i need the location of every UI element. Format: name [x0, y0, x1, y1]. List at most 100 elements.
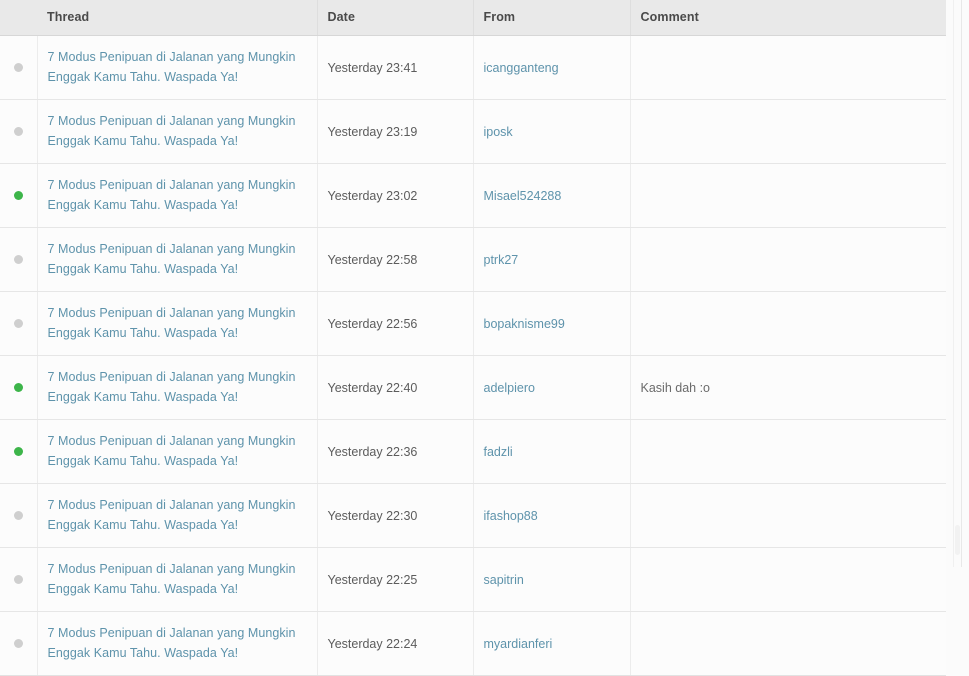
table-row[interactable]: 7 Modus Penipuan di Jalanan yang Mungkin… — [0, 227, 946, 292]
author-link[interactable]: fadzli — [484, 445, 513, 459]
read-status-icon[interactable] — [13, 126, 23, 136]
read-status-icon[interactable] — [13, 62, 23, 72]
comment-cell — [630, 291, 946, 356]
from-cell: sapitrin — [473, 547, 631, 612]
row-status-cell[interactable] — [0, 611, 38, 675]
thread-table-container: Thread Date From Comment 7 Modus Penipua… — [0, 0, 946, 676]
row-status-cell[interactable] — [0, 483, 38, 548]
thread-title-link[interactable]: 7 Modus Penipuan di Jalanan yang Mungkin… — [48, 239, 305, 279]
author-link[interactable]: ptrk27 — [484, 253, 519, 267]
table-row[interactable]: 7 Modus Penipuan di Jalanan yang Mungkin… — [0, 99, 946, 164]
comment-cell — [630, 483, 946, 548]
table-row[interactable]: 7 Modus Penipuan di Jalanan yang Mungkin… — [0, 35, 946, 100]
read-status-icon[interactable] — [13, 254, 23, 264]
author-link[interactable]: myardianferi — [484, 637, 553, 651]
date-cell: Yesterday 22:30 — [317, 483, 474, 548]
thread-cell: 7 Modus Penipuan di Jalanan yang Mungkin… — [37, 99, 318, 164]
author-link[interactable]: bopaknisme99 — [484, 317, 565, 331]
table-row[interactable]: 7 Modus Penipuan di Jalanan yang Mungkin… — [0, 291, 946, 356]
comment-cell — [630, 227, 946, 292]
from-cell: ifashop88 — [473, 483, 631, 548]
table-row[interactable]: 7 Modus Penipuan di Jalanan yang Mungkin… — [0, 611, 946, 675]
thread-list-panel: Thread Date From Comment 7 Modus Penipua… — [0, 0, 954, 676]
thread-cell: 7 Modus Penipuan di Jalanan yang Mungkin… — [37, 227, 318, 292]
from-cell: fadzli — [473, 419, 631, 484]
comment-cell: Kasih dah :o — [630, 355, 946, 420]
thread-cell: 7 Modus Penipuan di Jalanan yang Mungkin… — [37, 547, 318, 612]
thread-title-link[interactable]: 7 Modus Penipuan di Jalanan yang Mungkin… — [48, 175, 305, 215]
thread-title-link[interactable]: 7 Modus Penipuan di Jalanan yang Mungkin… — [48, 47, 305, 87]
date-cell: Yesterday 22:56 — [317, 291, 474, 356]
thread-title-link[interactable]: 7 Modus Penipuan di Jalanan yang Mungkin… — [48, 111, 305, 151]
comment-cell — [630, 99, 946, 164]
from-cell: icangganteng — [473, 35, 631, 100]
column-header-date[interactable]: Date — [317, 0, 474, 36]
date-cell: Yesterday 23:41 — [317, 35, 474, 100]
author-link[interactable]: sapitrin — [484, 573, 524, 587]
page-scrollbar-track[interactable] — [961, 0, 962, 567]
row-status-cell[interactable] — [0, 291, 38, 356]
table-body: 7 Modus Penipuan di Jalanan yang Mungkin… — [0, 35, 946, 675]
author-link[interactable]: adelpiero — [484, 381, 535, 395]
from-cell: myardianferi — [473, 611, 631, 675]
read-status-icon[interactable] — [13, 574, 23, 584]
row-status-cell[interactable] — [0, 99, 38, 164]
read-status-icon[interactable] — [13, 318, 23, 328]
comment-cell — [630, 163, 946, 228]
column-header-status — [0, 0, 37, 36]
column-header-thread[interactable]: Thread — [37, 0, 318, 36]
unread-status-icon[interactable] — [13, 446, 23, 456]
table-row[interactable]: 7 Modus Penipuan di Jalanan yang Mungkin… — [0, 547, 946, 612]
column-header-from[interactable]: From — [473, 0, 631, 36]
comment-cell — [630, 547, 946, 612]
thread-title-link[interactable]: 7 Modus Penipuan di Jalanan yang Mungkin… — [48, 495, 305, 535]
date-cell: Yesterday 22:36 — [317, 419, 474, 484]
table-header: Thread Date From Comment — [0, 0, 946, 36]
unread-status-icon[interactable] — [13, 382, 23, 392]
thread-table: Thread Date From Comment 7 Modus Penipua… — [0, 0, 946, 675]
table-row[interactable]: 7 Modus Penipuan di Jalanan yang Mungkin… — [0, 419, 946, 484]
date-cell: Yesterday 22:24 — [317, 611, 474, 675]
row-status-cell[interactable] — [0, 419, 38, 484]
date-cell: Yesterday 23:02 — [317, 163, 474, 228]
row-status-cell[interactable] — [0, 227, 38, 292]
table-row[interactable]: 7 Modus Penipuan di Jalanan yang Mungkin… — [0, 163, 946, 228]
read-status-icon[interactable] — [13, 638, 23, 648]
from-cell: bopaknisme99 — [473, 291, 631, 356]
thread-cell: 7 Modus Penipuan di Jalanan yang Mungkin… — [37, 291, 318, 356]
thread-title-link[interactable]: 7 Modus Penipuan di Jalanan yang Mungkin… — [48, 431, 305, 471]
thread-title-link[interactable]: 7 Modus Penipuan di Jalanan yang Mungkin… — [48, 367, 305, 407]
from-cell: adelpiero — [473, 355, 631, 420]
table-row[interactable]: 7 Modus Penipuan di Jalanan yang Mungkin… — [0, 355, 946, 420]
date-cell: Yesterday 22:40 — [317, 355, 474, 420]
author-link[interactable]: ifashop88 — [484, 509, 538, 523]
date-cell: Yesterday 22:58 — [317, 227, 474, 292]
thread-title-link[interactable]: 7 Modus Penipuan di Jalanan yang Mungkin… — [48, 623, 305, 663]
author-link[interactable]: Misael524288 — [484, 189, 562, 203]
from-cell: Misael524288 — [473, 163, 631, 228]
thread-title-link[interactable]: 7 Modus Penipuan di Jalanan yang Mungkin… — [48, 559, 305, 599]
unread-status-icon[interactable] — [13, 190, 23, 200]
row-status-cell[interactable] — [0, 35, 38, 100]
table-row[interactable]: 7 Modus Penipuan di Jalanan yang Mungkin… — [0, 483, 946, 548]
comment-cell — [630, 611, 946, 675]
thread-cell: 7 Modus Penipuan di Jalanan yang Mungkin… — [37, 419, 318, 484]
date-cell: Yesterday 23:19 — [317, 99, 474, 164]
from-cell: ptrk27 — [473, 227, 631, 292]
thread-cell: 7 Modus Penipuan di Jalanan yang Mungkin… — [37, 355, 318, 420]
comment-cell — [630, 419, 946, 484]
thread-title-link[interactable]: 7 Modus Penipuan di Jalanan yang Mungkin… — [48, 303, 305, 343]
panel-right-edge — [953, 0, 954, 567]
author-link[interactable]: iposk — [484, 125, 513, 139]
author-link[interactable]: icangganteng — [484, 61, 559, 75]
row-status-cell[interactable] — [0, 547, 38, 612]
read-status-icon[interactable] — [13, 510, 23, 520]
thread-cell: 7 Modus Penipuan di Jalanan yang Mungkin… — [37, 163, 318, 228]
row-status-cell[interactable] — [0, 355, 38, 420]
column-header-comment[interactable]: Comment — [630, 0, 946, 36]
thread-cell: 7 Modus Penipuan di Jalanan yang Mungkin… — [37, 35, 318, 100]
page-scrollbar-thumb[interactable] — [955, 525, 960, 555]
row-status-cell[interactable] — [0, 163, 38, 228]
date-cell: Yesterday 22:25 — [317, 547, 474, 612]
thread-cell: 7 Modus Penipuan di Jalanan yang Mungkin… — [37, 483, 318, 548]
